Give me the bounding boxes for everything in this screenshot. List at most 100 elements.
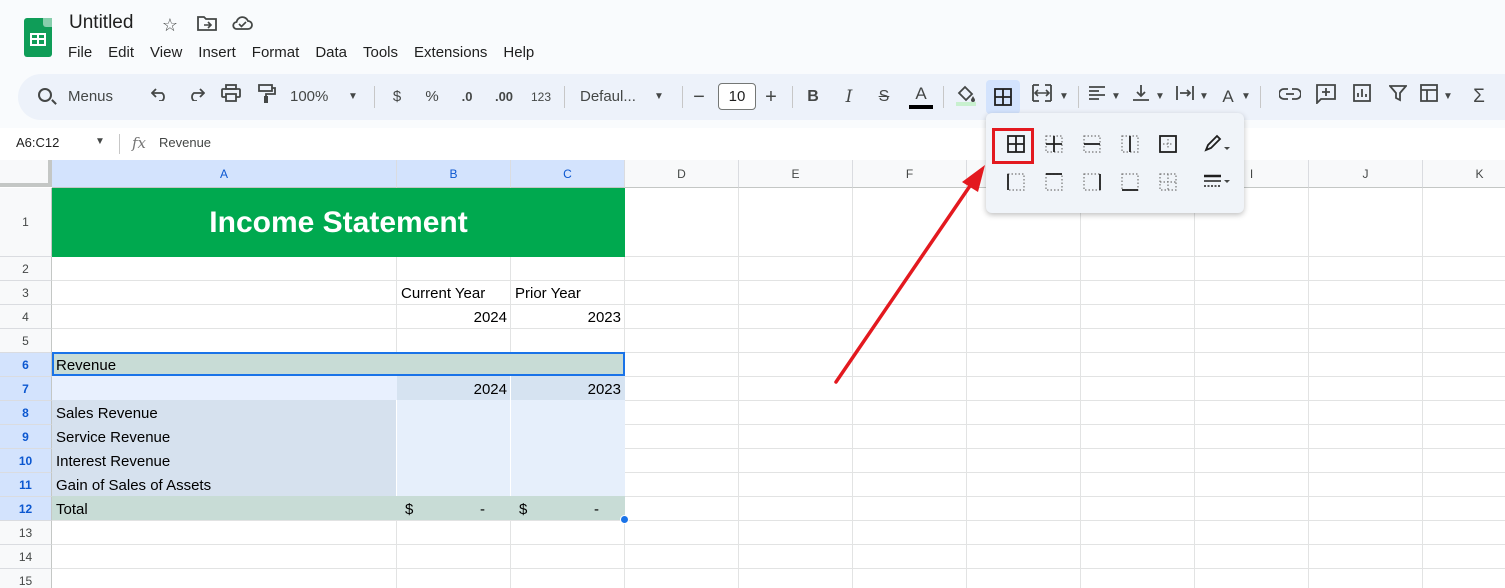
rotation-chevron-down-icon[interactable]: ▼	[1240, 84, 1252, 110]
fill-handle[interactable]	[620, 515, 629, 524]
menu-tools[interactable]: Tools	[355, 42, 406, 63]
merge-cells-icon[interactable]	[1030, 84, 1054, 110]
cell-a10[interactable]: Interest Revenue	[56, 453, 170, 470]
percent-format-button[interactable]: %	[422, 84, 442, 110]
menu-format[interactable]: Format	[244, 42, 308, 63]
right-border-icon[interactable]	[1081, 171, 1103, 193]
cell-a12[interactable]: Total	[56, 501, 88, 518]
row-header-5[interactable]: 5	[0, 329, 52, 353]
redo-icon[interactable]	[184, 84, 208, 110]
sheets-logo-icon[interactable]	[24, 18, 52, 57]
cell-b12-currency[interactable]: $	[405, 501, 413, 518]
row-header-6[interactable]: 6	[0, 353, 52, 377]
zoom-select[interactable]: 100%	[290, 84, 342, 110]
cell-c4[interactable]: 2023	[511, 309, 621, 326]
document-title[interactable]: Untitled	[69, 12, 133, 34]
horizontal-align-icon[interactable]	[1086, 84, 1108, 110]
left-border-icon[interactable]	[1005, 171, 1027, 193]
cell-b4[interactable]: 2024	[397, 309, 507, 326]
vertical-align-icon[interactable]	[1130, 84, 1152, 110]
column-header-d[interactable]: D	[625, 160, 739, 188]
row-header-11[interactable]: 11	[0, 473, 52, 497]
zoom-chevron-down-icon[interactable]: ▼	[346, 84, 360, 110]
font-select[interactable]: Defaul...	[580, 84, 646, 110]
row-header-7[interactable]: 7	[0, 377, 52, 401]
row-header-10[interactable]: 10	[0, 449, 52, 473]
name-box-chevron-down-icon[interactable]: ▼	[95, 136, 105, 147]
menu-extensions[interactable]: Extensions	[406, 42, 495, 63]
italic-button[interactable]: I	[839, 84, 859, 110]
vertical-borders-icon[interactable]	[1119, 133, 1141, 155]
cell-a8[interactable]: Sales Revenue	[56, 405, 158, 422]
bottom-border-icon[interactable]	[1119, 171, 1141, 193]
increase-font-size-button[interactable]: +	[762, 84, 780, 110]
cell-c7[interactable]: 2023	[511, 381, 621, 398]
cell-c3[interactable]: Prior Year	[515, 285, 581, 302]
row-header-4[interactable]: 4	[0, 305, 52, 329]
cell-c12-currency[interactable]: $	[519, 501, 527, 518]
font-size-input[interactable]: 10	[718, 83, 756, 110]
functions-button[interactable]: Σ	[1468, 84, 1490, 110]
row-header-2[interactable]: 2	[0, 257, 52, 281]
column-header-a[interactable]: A	[52, 160, 397, 188]
menu-file[interactable]: File	[60, 42, 100, 63]
cell-b12-value[interactable]: -	[480, 501, 485, 518]
row-header-14[interactable]: 14	[0, 545, 52, 569]
undo-icon[interactable]	[148, 84, 172, 110]
row-header-8[interactable]: 8	[0, 401, 52, 425]
select-all-corner[interactable]	[0, 160, 52, 187]
cell-a9[interactable]: Service Revenue	[56, 429, 170, 446]
borders-button[interactable]	[986, 80, 1020, 114]
cell-a6[interactable]: Revenue	[56, 357, 116, 374]
formula-input[interactable]: Revenue	[159, 135, 211, 150]
cell-b7[interactable]: 2024	[397, 381, 507, 398]
insert-link-icon[interactable]	[1278, 84, 1302, 110]
wrap-chevron-down-icon[interactable]: ▼	[1198, 84, 1210, 110]
cell-c12-value[interactable]: -	[594, 501, 599, 518]
text-rotation-icon[interactable]: A	[1216, 84, 1240, 110]
search-menus-button[interactable]: Menus	[30, 82, 140, 112]
currency-format-button[interactable]: $	[388, 84, 406, 110]
filter-icon[interactable]	[1386, 84, 1410, 110]
clear-borders-icon[interactable]	[1157, 171, 1179, 193]
decrease-font-size-button[interactable]: −	[690, 84, 708, 110]
menu-help[interactable]: Help	[495, 42, 542, 63]
insert-chart-icon[interactable]	[1350, 84, 1374, 110]
font-chevron-down-icon[interactable]: ▼	[652, 84, 666, 110]
column-header-k[interactable]: K	[1423, 160, 1505, 188]
valign-chevron-down-icon[interactable]: ▼	[1154, 84, 1166, 110]
bold-button[interactable]: B	[803, 84, 823, 110]
merge-chevron-down-icon[interactable]: ▼	[1058, 84, 1070, 110]
increase-decimal-button[interactable]: .00	[491, 84, 517, 110]
top-border-icon[interactable]	[1043, 171, 1065, 193]
more-formats-button[interactable]: 123	[528, 84, 554, 110]
strikethrough-button[interactable]: S	[874, 84, 894, 110]
filter-views-icon[interactable]	[1418, 84, 1442, 110]
print-icon[interactable]	[219, 84, 243, 110]
cell-b3[interactable]: Current Year	[401, 285, 485, 302]
insert-comment-icon[interactable]	[1314, 84, 1338, 110]
row-header-15[interactable]: 15	[0, 569, 52, 588]
row-header-12[interactable]: 12	[0, 497, 52, 521]
row-header-9[interactable]: 9	[0, 425, 52, 449]
column-header-b[interactable]: B	[397, 160, 511, 188]
spreadsheet-grid[interactable]: A B C D E F G H I J K 1	[0, 160, 1505, 588]
border-style-icon[interactable]	[1202, 171, 1234, 193]
row-header-3[interactable]: 3	[0, 281, 52, 305]
decrease-decimal-button[interactable]: .0	[455, 84, 479, 110]
row-header-1[interactable]: 1	[0, 188, 52, 257]
cell-a11[interactable]: Gain of Sales of Assets	[56, 477, 211, 494]
filter-views-chevron-down-icon[interactable]: ▼	[1442, 84, 1454, 110]
inner-borders-icon[interactable]	[1043, 133, 1065, 155]
name-box[interactable]: A6:C12	[16, 135, 59, 150]
column-header-f[interactable]: F	[853, 160, 967, 188]
menu-view[interactable]: View	[142, 42, 190, 63]
fill-color-icon[interactable]	[954, 84, 978, 110]
paint-format-icon[interactable]	[255, 84, 279, 110]
outer-borders-icon[interactable]	[1157, 133, 1179, 155]
row-header-13[interactable]: 13	[0, 521, 52, 545]
menu-edit[interactable]: Edit	[100, 42, 142, 63]
move-folder-icon[interactable]	[196, 14, 218, 36]
border-color-icon[interactable]	[1202, 133, 1234, 155]
column-header-e[interactable]: E	[739, 160, 853, 188]
